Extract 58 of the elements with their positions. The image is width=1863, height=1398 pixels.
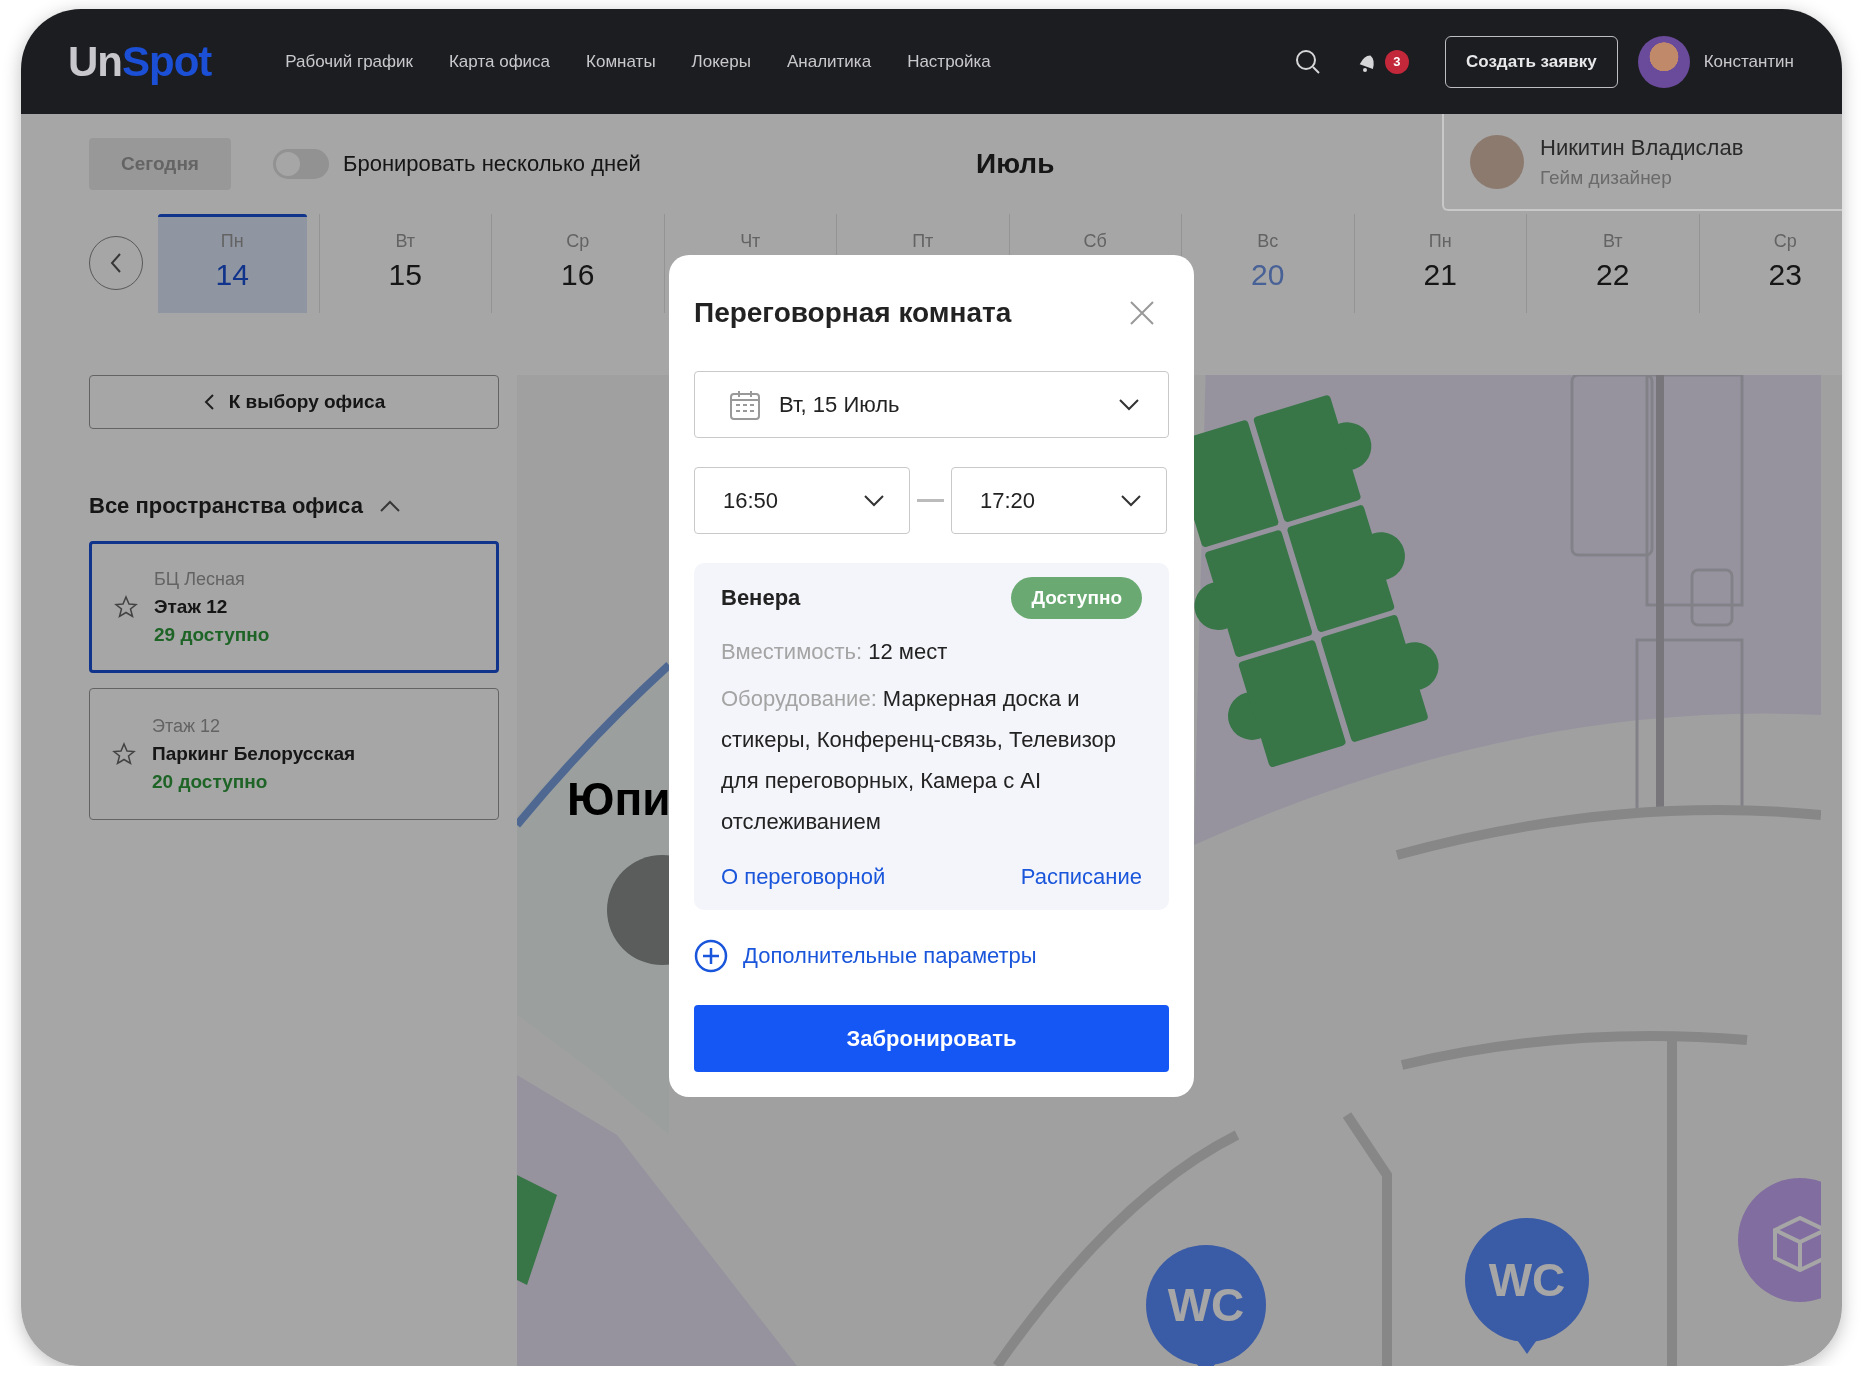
chevron-down-icon	[1120, 493, 1142, 508]
profile-role: Гейм дизайнер	[1540, 166, 1673, 189]
room-link[interactable]: Расписание	[1020, 864, 1142, 890]
search-icon[interactable]	[1295, 48, 1321, 75]
availability-count: 29 доступно	[154, 623, 270, 646]
day-tab[interactable]: Пн 14	[158, 214, 307, 313]
nav-link[interactable]: Настройка	[907, 51, 991, 72]
profile-avatar	[1470, 134, 1524, 189]
space-title: Этаж 12	[154, 595, 229, 618]
space-subtitle: Этаж 12	[152, 715, 222, 737]
space-title: Паркинг Белорусская	[152, 742, 356, 765]
room-link[interactable]: О переговорной	[721, 864, 886, 890]
plus-circle-icon[interactable]	[694, 939, 728, 973]
space-card[interactable]: Этаж 12 Паркинг Белорусская 20 доступно	[89, 688, 499, 820]
close-icon[interactable]	[1129, 300, 1155, 326]
box-marker[interactable]	[1738, 1178, 1821, 1302]
toggle-label: Бронировать несколько дней	[343, 151, 641, 177]
nav-link[interactable]: Карта офиса	[448, 51, 551, 72]
section-title: Все пространства офиса	[89, 493, 363, 519]
day-tab[interactable]: Ср 16	[504, 214, 652, 313]
logo[interactable]: UnSpot	[68, 37, 212, 86]
dialog-title: Переговорная комната	[694, 297, 1012, 329]
day-tab[interactable]: Вт 15	[331, 214, 479, 313]
create-request-button[interactable]: Создать заявку	[1445, 35, 1618, 88]
day-tab[interactable]: Ср 23	[1711, 214, 1842, 313]
star-icon[interactable]	[112, 742, 136, 766]
space-card[interactable]: БЦ Лесная Этаж 12 29 доступно	[89, 541, 499, 673]
day-tab[interactable]: Пн 21	[1366, 214, 1514, 313]
room-name: Венера	[721, 585, 801, 611]
space-subtitle: БЦ Лесная	[154, 568, 246, 590]
calendar-icon	[729, 388, 761, 421]
back-to-office-button[interactable]: К выбору офиса	[89, 375, 499, 429]
equipment-text: Оборудование: Маркерная доска и стикеры, Конференц-связь, Телевизор для переговорных, Камера с AI отслеживанием	[721, 685, 1118, 836]
nav-link[interactable]: Аналитика	[787, 51, 872, 72]
end-time-select[interactable]: 17:20	[951, 467, 1167, 534]
nav-link[interactable]: Локеры	[691, 51, 751, 72]
room-label: Юпи	[567, 773, 671, 825]
extra-options-link[interactable]: Дополнительные параметры	[743, 943, 1037, 969]
availability-count: 20 доступно	[152, 770, 269, 793]
chevron-left-icon	[202, 393, 215, 411]
notification-count: 3	[1385, 49, 1409, 74]
previous-button[interactable]	[89, 236, 143, 290]
chevron-down-icon	[1118, 397, 1140, 412]
chevron-down-icon	[863, 493, 885, 508]
day-tab[interactable]: Вт 22	[1539, 214, 1687, 313]
nav-link[interactable]: Комнаты	[586, 51, 656, 72]
user-name[interactable]: Константин	[1703, 51, 1794, 72]
start-time-select[interactable]: 16:50	[694, 467, 910, 534]
nav-link[interactable]: Рабочий график	[285, 51, 413, 72]
chevron-icon[interactable]	[378, 499, 401, 513]
profile-name: Никитин Владислав	[1540, 134, 1744, 161]
month-title: Июль	[976, 148, 1055, 180]
chevron-left-icon	[109, 252, 123, 274]
book-button[interactable]: Забронировать	[694, 1005, 1169, 1072]
capacity-text: Вместимость: 12 мест	[721, 638, 949, 666]
star-icon[interactable]	[114, 595, 138, 619]
date-select[interactable]: Вт, 15 Июль	[694, 371, 1169, 438]
status-badge: Доступно	[1011, 577, 1142, 619]
